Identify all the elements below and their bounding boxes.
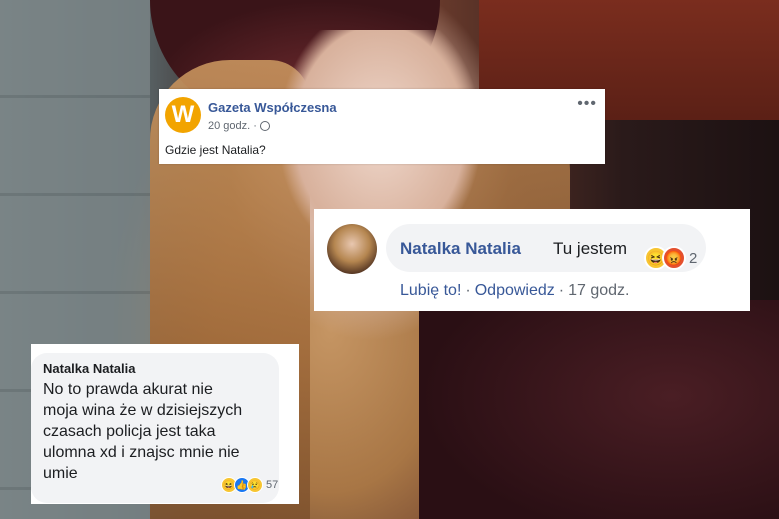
- comment-text: No to prawda akurat nie moja wina że w d…: [43, 381, 243, 482]
- post-card: W Gazeta Współczesna 20 godz. · ••• Gdzi…: [159, 89, 605, 164]
- reaction-count: 2: [689, 249, 698, 267]
- comment-text: Tu jestem: [553, 239, 628, 258]
- reactions-summary[interactable]: 😆 👍 😢 57: [221, 477, 278, 493]
- comment-card-top: Natalka Natalia Tu jestem 😆 😡 2 Lubię to…: [314, 209, 750, 311]
- comment-author[interactable]: Natalka Natalia: [43, 361, 136, 376]
- comment-author[interactable]: Natalka Natalia: [400, 239, 521, 259]
- post-time[interactable]: 20 godz. ·: [208, 120, 257, 132]
- separator: ·: [558, 282, 565, 299]
- like-link[interactable]: Lubię to!: [400, 282, 461, 299]
- globe-icon: [259, 121, 270, 131]
- page-name[interactable]: Gazeta Współczesna: [208, 100, 337, 115]
- sad-reaction-icon: 😢: [247, 477, 263, 493]
- reaction-count: 57: [266, 479, 279, 491]
- comment-actions: Lubię to! · Odpowiedz · 17 godz.: [400, 282, 629, 300]
- comment-card-bottom: Natalka Natalia No to prawda akurat nie …: [31, 344, 299, 504]
- post-meta: 20 godz. ·: [208, 120, 270, 132]
- reactions-summary[interactable]: 😆 😡 2: [644, 246, 697, 270]
- comment-time[interactable]: 17 godz.: [568, 282, 629, 299]
- post-text: Gdzie jest Natalia?: [165, 143, 266, 157]
- separator: ·: [465, 282, 471, 299]
- more-options-icon[interactable]: •••: [577, 95, 597, 113]
- page-logo[interactable]: W: [165, 97, 201, 133]
- reply-link[interactable]: Odpowiedz: [475, 282, 555, 299]
- avatar[interactable]: [327, 224, 377, 274]
- angry-reaction-icon: 😡: [662, 246, 686, 270]
